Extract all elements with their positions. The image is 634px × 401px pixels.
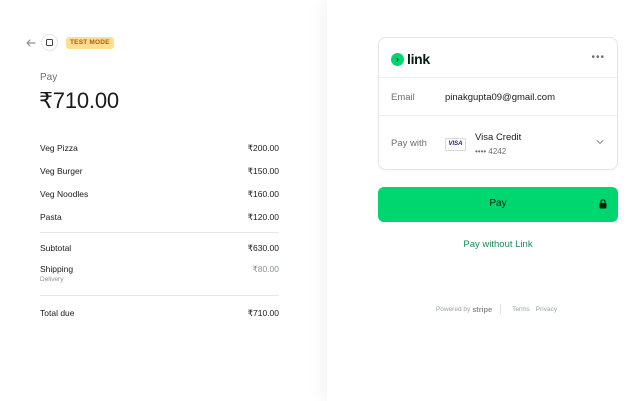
more-options-icon[interactable]: ••• xyxy=(591,52,605,63)
line-item: Veg Noodles ₹160.00 xyxy=(40,187,279,210)
subtotal-row: Subtotal ₹630.00 xyxy=(40,243,279,257)
email-value: pinakgupta09@gmail.com xyxy=(445,92,555,103)
pay-with-label: Pay with xyxy=(391,138,427,149)
total-due-row: Total due ₹710.00 xyxy=(40,308,279,322)
arrow-left-icon[interactable] xyxy=(24,36,38,50)
line-item-name: Veg Burger xyxy=(40,166,83,176)
subtotal-value: ₹630.00 xyxy=(247,243,279,253)
terms-link[interactable]: Terms xyxy=(512,306,530,313)
store-icon xyxy=(41,34,58,51)
email-row: Email pinakgupta09@gmail.com xyxy=(379,78,617,116)
pay-label: Pay xyxy=(40,72,58,83)
line-item: Pasta ₹120.00 xyxy=(40,210,279,233)
line-item-name: Pasta xyxy=(40,212,62,222)
link-header: › link ••• xyxy=(379,38,617,78)
line-item: Veg Burger ₹150.00 xyxy=(40,164,279,187)
visa-card-icon: VISA xyxy=(445,138,466,151)
pay-button[interactable]: Pay xyxy=(378,187,618,222)
payment-method-selector[interactable]: Pay with VISA Visa Credit •••• 4242 xyxy=(379,116,617,170)
link-logo: › link xyxy=(391,51,430,67)
email-label: Email xyxy=(391,92,415,103)
card-last4: •••• 4242 xyxy=(475,147,507,156)
lock-icon xyxy=(599,199,607,209)
line-item-price: ₹120.00 xyxy=(247,212,279,222)
link-arrow-icon: › xyxy=(391,52,404,66)
order-summary-panel: TEST MODE Pay ₹710.00 Veg Pizza ₹200.00 … xyxy=(0,0,327,401)
line-items: Veg Pizza ₹200.00 Veg Burger ₹150.00 Veg… xyxy=(40,141,279,233)
divider xyxy=(40,295,279,296)
total-due-label: Total due xyxy=(40,308,75,318)
shipping-method: Delivery xyxy=(40,276,64,283)
line-item-name: Veg Pizza xyxy=(40,143,78,153)
card-name: Visa Credit xyxy=(475,132,522,143)
line-item-price: ₹150.00 xyxy=(247,166,279,176)
payment-panel: › link ••• Email pinakgupta09@gmail.com … xyxy=(327,0,634,401)
divider xyxy=(40,232,279,233)
total-due-value: ₹710.00 xyxy=(247,308,279,318)
shipping-value: ₹80.00 xyxy=(252,264,279,274)
link-card: › link ••• Email pinakgupta09@gmail.com … xyxy=(378,37,618,170)
footer: Powered by stripe Terms Privacy xyxy=(378,303,618,315)
line-item-price: ₹200.00 xyxy=(247,143,279,153)
footer-divider xyxy=(500,304,502,314)
link-wordmark: link xyxy=(407,51,430,67)
chevron-down-icon[interactable] xyxy=(595,137,605,147)
powered-by-label: Powered by xyxy=(435,305,471,313)
subtotal-label: Subtotal xyxy=(40,243,72,253)
line-item-price: ₹160.00 xyxy=(247,189,279,199)
pay-without-link-button[interactable]: Pay without Link xyxy=(378,239,618,250)
stripe-logo: stripe xyxy=(472,304,493,314)
shipping-label: Shipping xyxy=(40,264,74,274)
privacy-link[interactable]: Privacy xyxy=(536,306,557,313)
pay-button-label: Pay xyxy=(489,198,507,209)
test-mode-badge: TEST MODE xyxy=(66,37,114,49)
line-item-name: Veg Noodles xyxy=(40,189,89,199)
powered-by[interactable]: Powered by stripe xyxy=(436,305,492,314)
shipping-row: Shipping Delivery ₹80.00 xyxy=(40,264,279,288)
line-item: Veg Pizza ₹200.00 xyxy=(40,141,279,164)
total-amount: ₹710.00 xyxy=(39,88,119,113)
